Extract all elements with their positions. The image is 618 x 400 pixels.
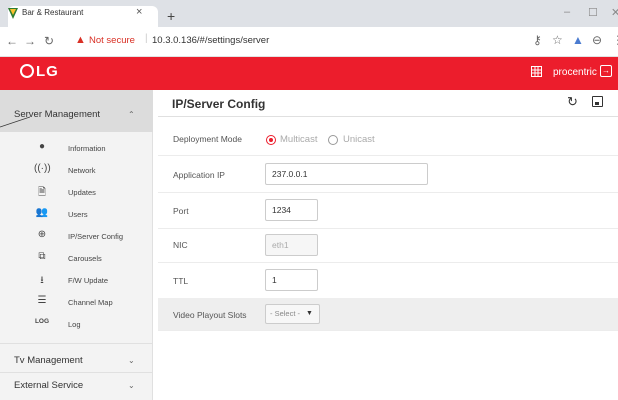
application-ip-label: Application IP	[173, 170, 225, 180]
log-icon: LOG	[34, 318, 50, 325]
sidebar	[0, 90, 153, 400]
callout-line	[0, 116, 30, 128]
port-label: Port	[173, 206, 189, 216]
grid-icon[interactable]	[531, 66, 542, 77]
favicon-icon	[8, 8, 18, 19]
sidebar-item-channel-map[interactable]: Channel Map	[68, 298, 113, 307]
select-value[interactable]: - Select -	[270, 309, 300, 318]
application-ip-input[interactable]: 237.0.0.1	[265, 163, 428, 185]
app-header	[0, 57, 618, 90]
key-icon[interactable]: ⚷	[533, 33, 542, 47]
url-field[interactable]: 10.3.0.136/#/settings/server	[152, 35, 269, 46]
nic-label: NIC	[173, 240, 188, 250]
ttl-input[interactable]: 1	[265, 269, 318, 291]
info-icon: ●	[38, 141, 46, 152]
ttl-label: TTL	[173, 276, 189, 286]
save-icon[interactable]	[592, 96, 603, 107]
refresh-icon[interactable]: ↻	[567, 94, 578, 110]
sidebar-divider	[0, 372, 153, 373]
sidebar-item-updates[interactable]: Updates	[68, 188, 96, 197]
url-divider: |	[145, 33, 148, 44]
row-divider	[158, 155, 618, 156]
not-secure-label[interactable]: Not secure	[89, 35, 135, 46]
sidebar-item-log[interactable]: Log	[68, 320, 81, 329]
video-playout-slots-label: Video Playout Slots	[173, 310, 247, 320]
sidebar-item-information[interactable]: Information	[68, 144, 106, 153]
row-divider	[158, 262, 618, 263]
sidebar-divider	[0, 343, 153, 344]
close-window-button[interactable]: ✕	[611, 6, 618, 19]
row-divider	[158, 192, 618, 193]
title-divider	[158, 116, 618, 117]
logout-icon[interactable]: →	[600, 65, 612, 77]
row-divider	[158, 330, 618, 331]
globe-icon: ⊕	[37, 229, 47, 240]
lg-logo[interactable]: LG	[20, 63, 59, 80]
sidebar-item-ip-server-config[interactable]: IP/Server Config	[68, 232, 123, 241]
sidebar-item-fw-update[interactable]: F/W Update	[68, 276, 108, 285]
page-title: IP/Server Config	[172, 97, 266, 111]
back-icon[interactable]: ←	[6, 34, 18, 48]
nic-input[interactable]: eth1	[265, 234, 318, 256]
chevron-up-icon[interactable]: ⌃	[128, 110, 135, 119]
tab-title: Bar & Restaurant	[22, 8, 84, 17]
antenna-icon: ((·))	[34, 163, 51, 174]
sidebar-item-users[interactable]: Users	[68, 210, 88, 219]
download-icon: ⭳	[40, 275, 44, 286]
caret-down-icon[interactable]: ▼	[306, 310, 313, 317]
tab-close-icon[interactable]: ×	[136, 6, 142, 18]
multicast-radio[interactable]	[266, 135, 276, 145]
maximize-button[interactable]: ☐	[588, 6, 598, 19]
deployment-mode-label: Deployment Mode	[173, 134, 242, 144]
sidebar-item-carousels[interactable]: Carousels	[68, 254, 102, 263]
unicast-label[interactable]: Unicast	[343, 134, 375, 145]
extension-icon[interactable]: ▲	[572, 33, 584, 47]
list-icon: ☰	[37, 295, 47, 306]
port-input[interactable]: 1234	[265, 199, 318, 221]
new-tab-button[interactable]: +	[167, 8, 175, 24]
minimize-button[interactable]: –	[564, 6, 570, 18]
users-icon: 👥	[35, 207, 49, 218]
download-file-icon: 🗎	[37, 187, 47, 198]
carousel-icon: ⧉	[38, 251, 46, 262]
multicast-label[interactable]: Multicast	[280, 134, 317, 145]
user-name[interactable]: procentric	[553, 67, 597, 78]
sidebar-item-network[interactable]: Network	[68, 166, 96, 175]
chevron-down-icon[interactable]: ⌄	[128, 381, 135, 390]
forward-icon[interactable]: →	[24, 34, 36, 48]
unicast-radio[interactable]	[328, 135, 338, 145]
chevron-down-icon[interactable]: ⌄	[128, 356, 135, 365]
row-divider	[158, 228, 618, 229]
warning-icon[interactable]: ▲	[75, 34, 86, 46]
menu-icon[interactable]: ⋮	[612, 33, 618, 47]
reload-icon[interactable]: ↻	[44, 34, 54, 48]
account-icon[interactable]: ⊖	[592, 33, 602, 47]
star-icon[interactable]: ☆	[552, 33, 563, 47]
sidebar-group-external-service[interactable]: External Service	[14, 380, 83, 391]
sidebar-group-tv-management[interactable]: Tv Management	[14, 355, 83, 366]
